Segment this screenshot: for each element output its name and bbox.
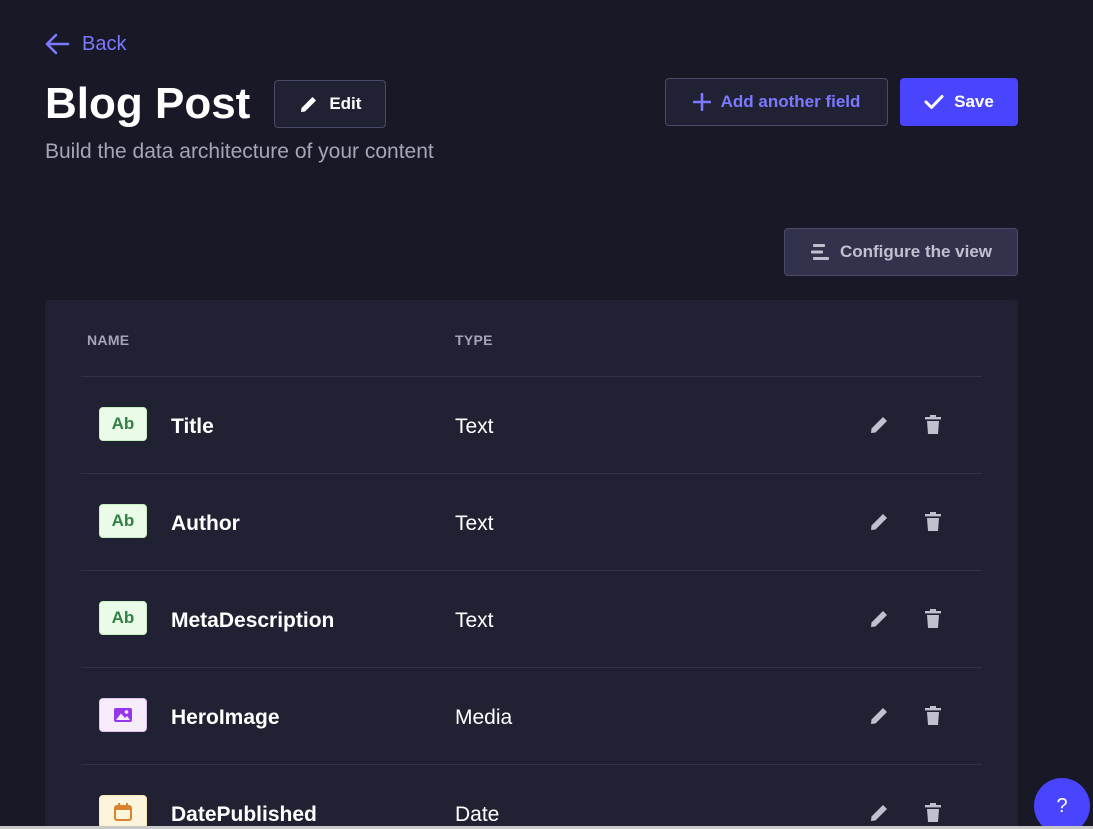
column-header-name: NAME: [87, 332, 130, 348]
media-type-icon: [99, 698, 147, 732]
field-name: Author: [171, 512, 240, 535]
pencil-icon[interactable]: [867, 704, 891, 728]
edit-button-label: Edit: [329, 94, 362, 113]
page-title: Blog Post: [45, 79, 251, 128]
field-type: Text: [455, 512, 494, 535]
trash-icon[interactable]: [921, 704, 945, 728]
image-icon: [114, 708, 132, 722]
save-label: Save: [954, 92, 994, 111]
arrow-left-icon: [45, 33, 70, 55]
save-button[interactable]: Save: [900, 78, 1018, 126]
pencil-icon[interactable]: [867, 510, 891, 534]
fields-table: NAME TYPE Ab Title Text Ab Author Text A…: [45, 300, 1018, 829]
add-field-label: Add another field: [720, 92, 861, 111]
table-row: Ab MetaDescription Text: [81, 570, 982, 667]
text-type-icon: Ab: [99, 407, 147, 441]
text-type-icon: Ab: [99, 601, 147, 635]
trash-icon[interactable]: [921, 413, 945, 437]
configure-view-label: Configure the view: [839, 242, 993, 261]
field-name: HeroImage: [171, 706, 280, 729]
field-type: Text: [455, 415, 494, 438]
page-subtitle: Build the data architecture of your cont…: [45, 140, 434, 163]
pencil-icon[interactable]: [867, 801, 891, 825]
field-type: Date: [455, 803, 500, 826]
field-type: Text: [455, 609, 494, 632]
table-body: Ab Title Text Ab Author Text Ab MetaDesc…: [81, 376, 982, 829]
table-row: HeroImage Media: [81, 667, 982, 764]
pencil-icon[interactable]: [867, 413, 891, 437]
field-name: MetaDescription: [171, 609, 335, 632]
back-label: Back: [82, 32, 127, 55]
content-type-builder-page: Back Blog Post Edit Build the data archi…: [0, 0, 1093, 829]
table-row: Ab Title Text: [81, 376, 982, 473]
plus-icon: [692, 93, 711, 111]
pencil-icon: [301, 97, 317, 112]
text-type-icon: Ab: [99, 504, 147, 538]
help-button[interactable]: ?: [1034, 778, 1090, 829]
configure-view-button[interactable]: Configure the view: [784, 228, 1018, 276]
field-name: DatePublished: [171, 803, 317, 826]
date-type-icon: [99, 795, 147, 829]
pencil-icon[interactable]: [867, 607, 891, 631]
table-row: DatePublished Date: [81, 764, 982, 829]
back-link[interactable]: Back: [44, 32, 126, 56]
field-type: Media: [455, 706, 513, 729]
column-header-type: TYPE: [455, 332, 493, 348]
trash-icon[interactable]: [921, 510, 945, 534]
add-another-field-button[interactable]: Add another field: [665, 78, 888, 126]
table-header: NAME TYPE: [45, 300, 1018, 377]
edit-button[interactable]: Edit: [274, 80, 387, 128]
layout-icon: [810, 244, 829, 260]
trash-icon[interactable]: [921, 801, 945, 825]
field-name: Title: [171, 415, 214, 438]
calendar-icon: [114, 803, 132, 821]
table-row: Ab Author Text: [81, 473, 982, 570]
trash-icon[interactable]: [921, 607, 945, 631]
header-row: Blog Post Edit: [45, 78, 387, 130]
check-icon: [924, 95, 944, 109]
